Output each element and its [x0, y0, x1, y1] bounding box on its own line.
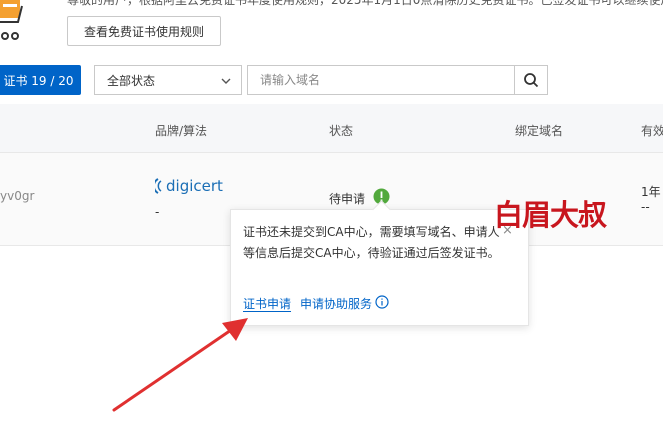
annotation-arrow-icon [112, 318, 248, 412]
